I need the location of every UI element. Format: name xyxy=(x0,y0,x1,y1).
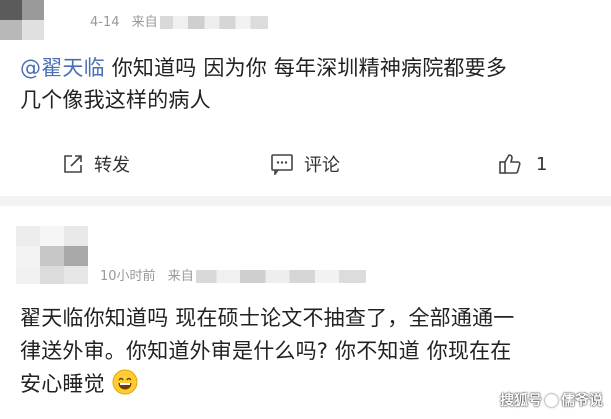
comment-2-text: 翟天临你知道吗 现在硕士论文不抽查了，全部通通一 律送外审。你知道外审是什么吗?… xyxy=(20,302,514,405)
thumbs-up-icon xyxy=(498,152,522,176)
comment-2-source-prefix: 来自 xyxy=(167,269,194,284)
watermark-author: 儒爷说 xyxy=(561,393,603,409)
repost-button[interactable]: 转发 xyxy=(62,146,130,182)
watermark-brand: 搜狐号 xyxy=(500,393,542,409)
comment-1-source-blurred xyxy=(159,16,268,29)
avatar-1[interactable] xyxy=(0,0,44,40)
comment-label: 评论 xyxy=(304,155,340,176)
comment-2-line-3: 安心睡觉 xyxy=(20,368,514,405)
comment-1-action-bar: 转发 评论 1 xyxy=(0,146,611,182)
sohu-logo-icon xyxy=(545,393,558,407)
avatar-2[interactable] xyxy=(16,226,88,284)
comment-2-line-2: 律送外审。你知道外审是什么吗? 你不知道 你现在在 xyxy=(20,339,512,363)
comment-1-source-prefix: 来自 xyxy=(131,15,158,30)
comment-2-time: 10小时前 xyxy=(100,269,156,284)
comment-1-line-1: @翟天临 你知道吗 因为你 每年深圳精神病院都要多 xyxy=(20,56,508,80)
like-count: 1 xyxy=(536,153,548,175)
mention-link[interactable]: @翟天临 xyxy=(20,56,105,80)
comment-2-line-1: 翟天临你知道吗 现在硕士论文不抽查了，全部通通一 xyxy=(20,306,515,330)
comment-2-meta: 10小时前 来自 xyxy=(100,265,366,284)
comment-icon xyxy=(270,153,294,175)
section-separator xyxy=(0,196,611,206)
repost-icon xyxy=(62,153,84,175)
comment-1-text: @翟天临 你知道吗 因为你 每年深圳精神病院都要多 几个像我这样的病人 xyxy=(20,52,507,116)
comment-2-source-blurred xyxy=(195,270,366,283)
like-button[interactable]: 1 xyxy=(498,146,547,182)
comment-1-date: 4-14 xyxy=(90,15,120,30)
grinning-face-icon xyxy=(112,369,138,405)
comment-1-meta: 4-14 来自 xyxy=(90,11,268,30)
comment-button[interactable]: 评论 xyxy=(270,146,340,182)
comment-1-line-2: 几个像我这样的病人 xyxy=(20,88,211,112)
watermark: 搜狐号 儒爷说 xyxy=(500,390,603,410)
repost-label: 转发 xyxy=(94,155,130,176)
